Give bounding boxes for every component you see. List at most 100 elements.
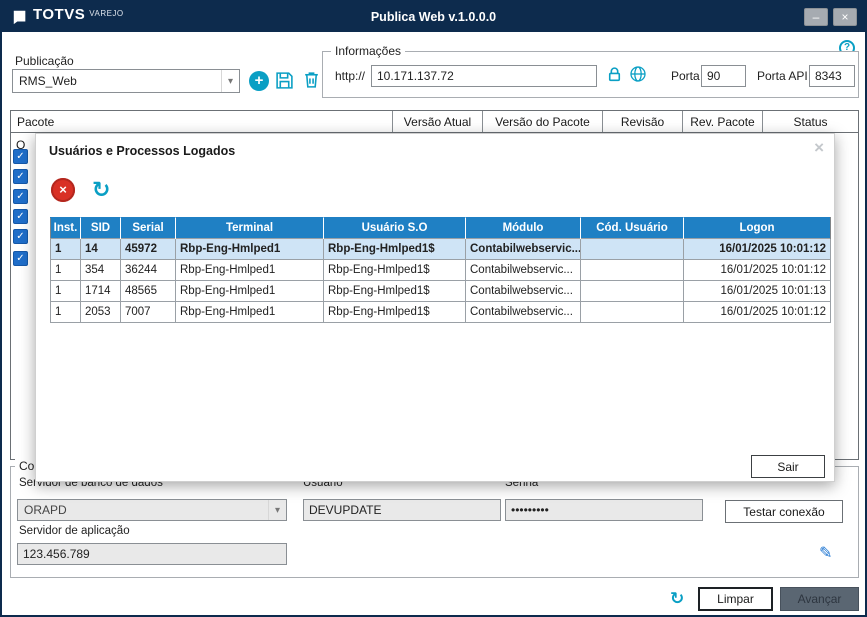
- cell-modulo: Contabilwebservic...: [465, 238, 581, 260]
- check-icon: ✓: [16, 191, 25, 202]
- publicacao-select[interactable]: RMS_Web ▾: [12, 69, 240, 93]
- delete-icon[interactable]: [302, 70, 321, 92]
- porta-label: Porta: [671, 69, 700, 83]
- session-row[interactable]: 1 2053 7007 Rbp-Eng-Hmlped1 Rbp-Eng-Hmlp…: [50, 301, 831, 323]
- cell-inst: 1: [50, 238, 81, 260]
- col-usuario-so[interactable]: Usuário S.O: [323, 217, 466, 239]
- cell-cod-usuario: [580, 238, 684, 260]
- cell-serial: 36244: [120, 259, 176, 281]
- cell-serial: 7007: [120, 301, 176, 323]
- publicacao-label: Publicação: [15, 54, 74, 68]
- cell-terminal: Rbp-Eng-Hmlped1: [175, 259, 324, 281]
- cell-sid: 2053: [80, 301, 121, 323]
- cell-modulo: Contabilwebservic...: [465, 280, 581, 302]
- window-title: Publica Web v.1.0.0.0: [370, 10, 497, 24]
- column-header-revisao[interactable]: Revisão: [603, 111, 683, 132]
- cell-serial: 45972: [120, 238, 176, 260]
- senha-input[interactable]: [505, 499, 703, 521]
- porta-input[interactable]: [701, 65, 746, 87]
- usuario-input[interactable]: [303, 499, 501, 521]
- col-logon[interactable]: Logon: [683, 217, 831, 239]
- close-button[interactable]: ×: [833, 8, 857, 26]
- session-row[interactable]: 1 354 36244 Rbp-Eng-Hmlped1 Rbp-Eng-Hmlp…: [50, 259, 831, 281]
- porta-api-input[interactable]: [809, 65, 855, 87]
- informacoes-group: Informações http:// Porta Porta API: [322, 44, 859, 98]
- cell-terminal: Rbp-Eng-Hmlped1: [175, 301, 324, 323]
- check-icon: ✓: [16, 171, 25, 182]
- sessions-table: Inst. SID Serial Terminal Usuário S.O Mó…: [50, 217, 831, 323]
- minimize-button[interactable]: –: [804, 8, 828, 26]
- check-icon: ✓: [16, 211, 25, 222]
- add-publication-button[interactable]: +: [249, 71, 269, 91]
- sair-button[interactable]: Sair: [751, 455, 825, 478]
- chevron-down-icon[interactable]: ▾: [268, 500, 286, 520]
- refresh-sessions-icon[interactable]: ↻: [92, 177, 110, 203]
- col-inst[interactable]: Inst.: [50, 217, 81, 239]
- package-checkbox[interactable]: ✓: [13, 209, 28, 224]
- column-header-pacote[interactable]: Pacote: [11, 111, 393, 132]
- kill-session-icon[interactable]: ×: [51, 178, 75, 202]
- cell-cod-usuario: [580, 280, 684, 302]
- package-checkbox[interactable]: ✓: [13, 169, 28, 184]
- check-icon: ✓: [16, 253, 25, 264]
- package-checkbox[interactable]: ✓: [13, 149, 28, 164]
- col-sid[interactable]: SID: [80, 217, 121, 239]
- brand: TOTVS VAREJO: [2, 6, 124, 28]
- limpar-button[interactable]: Limpar: [698, 587, 773, 611]
- app-window: Publica Web v.1.0.0.0 TOTVS VAREJO – × ?…: [0, 0, 867, 617]
- cell-usuario-so: Rbp-Eng-Hmlped1$: [323, 301, 466, 323]
- publicacao-value: RMS_Web: [19, 74, 77, 88]
- column-header-versao-atual[interactable]: Versão Atual: [393, 111, 483, 132]
- brand-sub: VAREJO: [89, 9, 124, 18]
- totvs-logo-icon: [12, 9, 28, 28]
- save-icon[interactable]: [275, 71, 294, 93]
- informacoes-label: Informações: [331, 44, 406, 58]
- host-input[interactable]: [371, 65, 597, 87]
- cell-terminal: Rbp-Eng-Hmlped1: [175, 238, 324, 260]
- cell-sid: 1714: [80, 280, 121, 302]
- cell-sid: 14: [80, 238, 121, 260]
- cell-serial: 48565: [120, 280, 176, 302]
- app-server-input[interactable]: [17, 543, 287, 565]
- cell-logon: 16/01/2025 10:01:12: [683, 259, 831, 281]
- col-modulo[interactable]: Módulo: [465, 217, 581, 239]
- cell-usuario-so: Rbp-Eng-Hmlped1$: [323, 238, 466, 260]
- cell-logon: 16/01/2025 10:01:12: [683, 238, 831, 260]
- cell-logon: 16/01/2025 10:01:12: [683, 301, 831, 323]
- cell-inst: 1: [50, 280, 81, 302]
- session-row[interactable]: 1 1714 48565 Rbp-Eng-Hmlped1 Rbp-Eng-Hml…: [50, 280, 831, 302]
- db-server-select[interactable]: ORAPD ▾: [17, 499, 287, 521]
- session-row[interactable]: 1 14 45972 Rbp-Eng-Hmlped1 Rbp-Eng-Hmlpe…: [50, 238, 831, 260]
- chevron-down-icon[interactable]: ▾: [221, 70, 239, 92]
- col-serial[interactable]: Serial: [120, 217, 176, 239]
- cell-terminal: Rbp-Eng-Hmlped1: [175, 280, 324, 302]
- cell-usuario-so: Rbp-Eng-Hmlped1$: [323, 259, 466, 281]
- package-checkbox[interactable]: ✓: [13, 189, 28, 204]
- app-server-label: Servidor de aplicação: [19, 525, 130, 537]
- package-table-header: Pacote Versão Atual Versão do Pacote Rev…: [11, 111, 858, 133]
- sessions-table-header: Inst. SID Serial Terminal Usuário S.O Mó…: [50, 217, 831, 239]
- edit-icon[interactable]: ✎: [819, 543, 832, 563]
- check-icon: ✓: [16, 151, 25, 162]
- cell-inst: 1: [50, 301, 81, 323]
- package-checkbox[interactable]: ✓: [13, 229, 28, 244]
- cell-modulo: Contabilwebservic...: [465, 301, 581, 323]
- dialog-close-icon[interactable]: ×: [814, 138, 824, 158]
- refresh-icon[interactable]: ↻: [670, 589, 684, 609]
- cell-cod-usuario: [580, 301, 684, 323]
- lock-icon[interactable]: [606, 66, 623, 86]
- column-header-rev-pacote[interactable]: Rev. Pacote: [683, 111, 763, 132]
- testar-conexao-button[interactable]: Testar conexão: [725, 500, 843, 523]
- column-header-status[interactable]: Status: [763, 111, 858, 132]
- globe-icon[interactable]: [629, 65, 647, 86]
- cell-modulo: Contabilwebservic...: [465, 259, 581, 281]
- cell-cod-usuario: [580, 259, 684, 281]
- package-checkbox[interactable]: ✓: [13, 251, 28, 266]
- col-terminal[interactable]: Terminal: [175, 217, 324, 239]
- title-bar: Publica Web v.1.0.0.0 TOTVS VAREJO – ×: [2, 2, 865, 32]
- avancar-button[interactable]: Avançar: [780, 587, 859, 611]
- db-server-value: ORAPD: [24, 503, 67, 517]
- brand-name: TOTVS: [33, 6, 86, 23]
- column-header-versao-pacote[interactable]: Versão do Pacote: [483, 111, 603, 132]
- col-cod-usuario[interactable]: Cód. Usuário: [580, 217, 684, 239]
